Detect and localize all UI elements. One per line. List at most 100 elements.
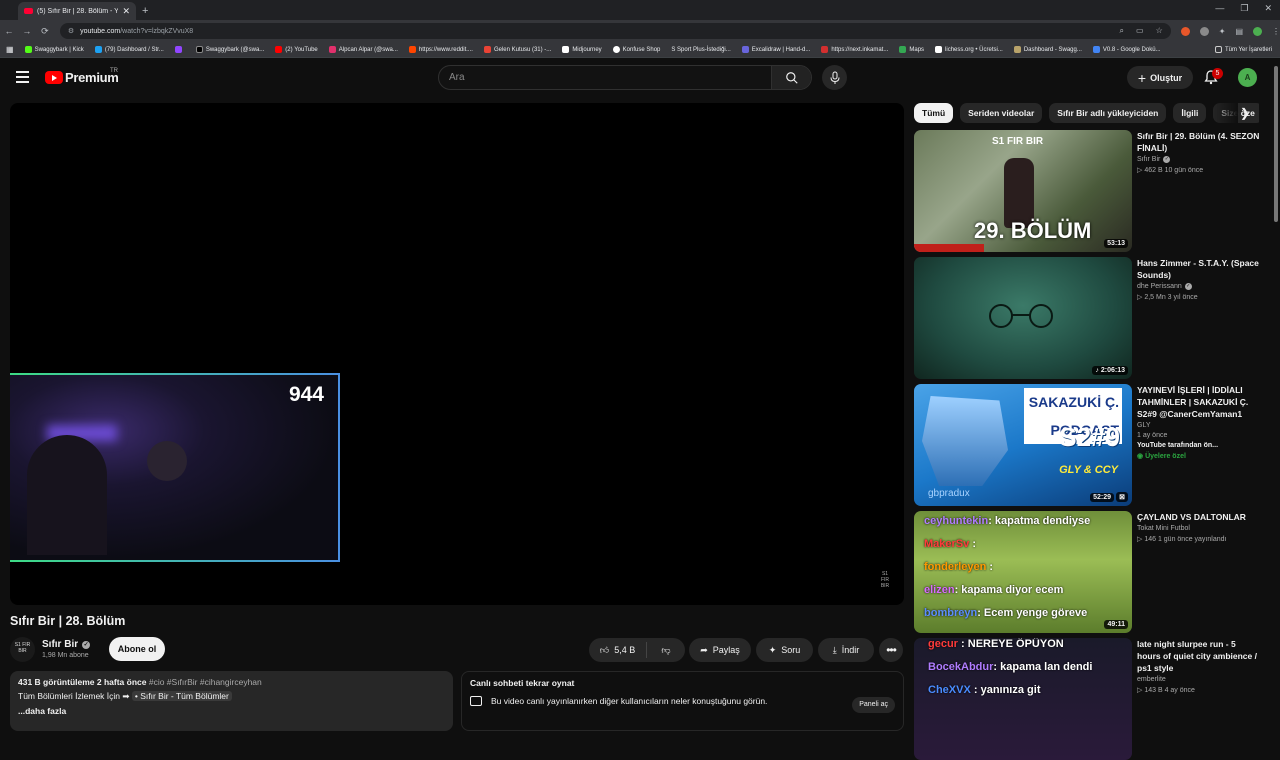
video-thumbnail[interactable]: gecur : NEREYE ÖPÜYON BocekAbdur: kapama… bbox=[914, 638, 1132, 760]
bookmark-item[interactable]: Excalidraw | Hand-d... bbox=[741, 46, 810, 53]
tab-close-icon[interactable]: ✕ bbox=[122, 6, 130, 17]
bookmark-item[interactable]: S Sport Plus-İstediği... bbox=[671, 47, 730, 53]
forward-icon[interactable]: → bbox=[18, 26, 36, 36]
bookmark-item[interactable]: lichess.org • Ücretsi... bbox=[935, 46, 1003, 53]
voice-search-button[interactable] bbox=[822, 65, 847, 90]
bookmark-item[interactable] bbox=[174, 46, 185, 53]
browser-menu-icon[interactable]: ⋮ bbox=[1272, 27, 1280, 36]
chat-replay-row: Bu video canlı yayınlanırken diğer kulla… bbox=[470, 696, 895, 706]
open-panel-button[interactable]: Paneli aç bbox=[852, 697, 895, 713]
channel-name[interactable]: Sıfır Bir ✓ bbox=[1137, 156, 1261, 163]
chip-from-uploader[interactable]: Sıfır Bir adlı yükleyiciden bbox=[1049, 103, 1167, 123]
window-controls: — ❐ ✕ bbox=[1215, 3, 1272, 14]
video-title[interactable]: YAYINEVİ İŞLERİ | İDDİALI TAHMİNLER | SA… bbox=[1137, 384, 1261, 420]
recommended-video[interactable]: S1 FIR BIR 29. BÖLÜM 53:13 Sıfır Bir | 2… bbox=[914, 130, 1264, 252]
ask-button[interactable]: ✦ Soru bbox=[756, 638, 813, 662]
all-bookmarks-folder[interactable]: Tüm Yer İşaretleri bbox=[1214, 46, 1272, 53]
extensions-puzzle-icon[interactable]: ✦ bbox=[1219, 27, 1226, 36]
channel-name[interactable]: Tokat Mini Futbol bbox=[1137, 525, 1261, 532]
bookmark-item[interactable]: Swaggybark | Kick bbox=[24, 46, 84, 53]
new-tab-icon[interactable]: + bbox=[142, 5, 148, 17]
recommended-video[interactable]: SAKAZUKİ Ç. PODCAST S2#9 GLY & CCY gbpra… bbox=[914, 384, 1264, 506]
description-box[interactable]: 431 B görüntüleme 2 hafta önce #cio #Sıf… bbox=[10, 671, 453, 731]
back-icon[interactable]: ← bbox=[0, 26, 18, 36]
chip-series[interactable]: Seriden videolar bbox=[960, 103, 1043, 123]
reload-icon[interactable]: ⟳ bbox=[36, 26, 54, 37]
chevron-right-icon[interactable]: ❯ bbox=[1240, 106, 1250, 120]
dislike-button[interactable]: 👎︎ bbox=[647, 645, 685, 656]
like-button[interactable]: 👍︎ 5,4 B bbox=[589, 642, 647, 658]
thumbnail-chat-line: elizen: kapama diyor ecem bbox=[924, 584, 1064, 596]
download-button[interactable]: ⤓ İndir bbox=[818, 638, 874, 662]
cast-icon[interactable]: ▭ bbox=[1136, 26, 1144, 36]
bookmark-item[interactable]: Alpcan Alpar (@swa... bbox=[328, 46, 398, 53]
site-info-icon[interactable]: ⚙ bbox=[68, 27, 74, 35]
bookmark-item[interactable]: (79) Dashboard / Str... bbox=[94, 46, 164, 53]
video-title[interactable]: late night slurpee run - 5 hours of quie… bbox=[1137, 638, 1261, 674]
video-info: YAYINEVİ İŞLERİ | İDDİALI TAHMİNLER | SA… bbox=[1137, 384, 1261, 460]
video-title[interactable]: Hans Zimmer - S.T.A.Y. (Space Sounds) bbox=[1137, 257, 1261, 281]
sidebar-icon[interactable]: ▤ bbox=[1235, 27, 1243, 36]
scrollbar-thumb[interactable] bbox=[1274, 66, 1278, 222]
subscribe-button[interactable]: Abone ol bbox=[109, 637, 165, 661]
recommended-video[interactable]: ♪ 2:06:13 Hans Zimmer - S.T.A.Y. (Space … bbox=[914, 257, 1264, 379]
channel-name[interactable]: GLY bbox=[1137, 422, 1261, 429]
menu-hamburger-icon[interactable] bbox=[16, 71, 29, 83]
browser-toolbar: ← → ⟳ ⚙ youtube.com/watch?v=lzbqkZVvuX8 … bbox=[0, 20, 1280, 42]
thumbnail-chat-line: bombreyn: Ecem yenge göreve bbox=[924, 607, 1088, 619]
minimize-icon[interactable]: — bbox=[1215, 3, 1224, 14]
maximize-icon[interactable]: ❐ bbox=[1240, 3, 1248, 14]
bookmark-item[interactable]: https://next.inkamat... bbox=[821, 46, 888, 53]
video-title[interactable]: Sıfır Bir | 29. Bölüm (4. SEZON FİNALİ) bbox=[1137, 130, 1261, 154]
search-input[interactable] bbox=[439, 66, 771, 89]
address-bar[interactable]: ⚙ youtube.com/watch?v=lzbqkZVvuX8 ⌕ ▭ ☆ bbox=[59, 23, 1171, 39]
bookmark-star-icon[interactable]: ☆ bbox=[1156, 26, 1163, 36]
bookmark-item[interactable]: V0.8 - Google Dokü... bbox=[1092, 46, 1161, 53]
browser-tab-active[interactable]: (5) Sıfır Bir | 28. Bölüm - YouTube ✕ bbox=[18, 2, 136, 20]
profile-avatar-icon[interactable] bbox=[1253, 26, 1263, 36]
playlist-link[interactable]: • Sıfır Bir - Tüm Bölümler bbox=[131, 691, 232, 701]
download-icon: ⤓ bbox=[832, 644, 837, 655]
create-button[interactable]: + Oluştur bbox=[1127, 66, 1193, 89]
share-button[interactable]: ➦ Paylaş bbox=[689, 638, 751, 662]
channel-name-link[interactable]: Sıfır Bir ✓ bbox=[42, 639, 91, 650]
channel-name[interactable]: emberlite bbox=[1137, 676, 1261, 683]
chip-related[interactable]: İlgili bbox=[1173, 103, 1207, 123]
video-thumbnail[interactable]: S1 FIR BIR 29. BÖLÜM 53:13 bbox=[914, 130, 1132, 252]
show-more-link[interactable]: ...daha fazla bbox=[18, 706, 445, 716]
thumbnail-illustration bbox=[922, 396, 1008, 486]
extension-icon[interactable] bbox=[1199, 26, 1209, 36]
share-arrow-icon: ➦ bbox=[700, 644, 708, 655]
chip-all[interactable]: Tümü bbox=[914, 103, 954, 123]
bookmark-favicon-icon bbox=[1092, 46, 1100, 53]
thumbs-down-icon: 👎︎ bbox=[661, 644, 671, 655]
channel-avatar[interactable]: S1 FIR BIR bbox=[10, 637, 35, 662]
youtube-premium-logo[interactable]: Premium bbox=[45, 70, 119, 85]
video-thumbnail[interactable]: ceyhuntekin: kapatma dendiyse MakerSv : … bbox=[914, 511, 1132, 633]
bookmark-item[interactable]: Maps bbox=[899, 46, 924, 53]
bookmark-item[interactable]: Midjourney bbox=[562, 46, 602, 53]
bookmark-item[interactable]: Dashboard - Swagg... bbox=[1013, 46, 1082, 53]
channel-watermark[interactable]: S1 FIR BIR bbox=[878, 571, 892, 589]
zoom-icon[interactable]: ⌕ bbox=[1120, 26, 1124, 36]
video-player[interactable]: 944 S1 FIR BIR bbox=[10, 103, 904, 605]
video-title: Sıfır Bir | 28. Bölüm bbox=[10, 614, 126, 628]
extension-icon[interactable] bbox=[1180, 26, 1190, 36]
bookmark-item[interactable]: https://www.reddit.... bbox=[408, 46, 473, 53]
search-button[interactable] bbox=[771, 66, 811, 89]
bookmark-item[interactable]: Konfuse Shop bbox=[612, 46, 660, 53]
recommended-video[interactable]: gecur : NEREYE ÖPÜYON BocekAbdur: kapama… bbox=[914, 638, 1264, 760]
apps-grid-icon[interactable]: ▦ bbox=[6, 45, 14, 54]
video-thumbnail[interactable]: SAKAZUKİ Ç. PODCAST S2#9 GLY & CCY gbpra… bbox=[914, 384, 1132, 506]
bookmark-item[interactable]: (2) YouTube bbox=[275, 46, 318, 53]
bookmark-item[interactable]: Gelen Kutusu (31) -... bbox=[483, 46, 551, 53]
video-thumbnail[interactable]: ♪ 2:06:13 bbox=[914, 257, 1132, 379]
hashtags[interactable]: #cio #SıfırBir #cihangirceyhan bbox=[146, 677, 262, 687]
video-title[interactable]: ÇAYLAND VS DALTONLAR bbox=[1137, 511, 1261, 523]
channel-name[interactable]: dhe Perissann ✓ bbox=[1137, 283, 1261, 290]
bookmark-item[interactable]: Swaggybark (@swa... bbox=[195, 46, 264, 53]
recommended-video[interactable]: ceyhuntekin: kapatma dendiyse MakerSv : … bbox=[914, 511, 1264, 633]
account-avatar[interactable]: A bbox=[1238, 68, 1257, 87]
close-window-icon[interactable]: ✕ bbox=[1264, 3, 1272, 14]
more-actions-button[interactable]: ••• bbox=[879, 638, 903, 662]
